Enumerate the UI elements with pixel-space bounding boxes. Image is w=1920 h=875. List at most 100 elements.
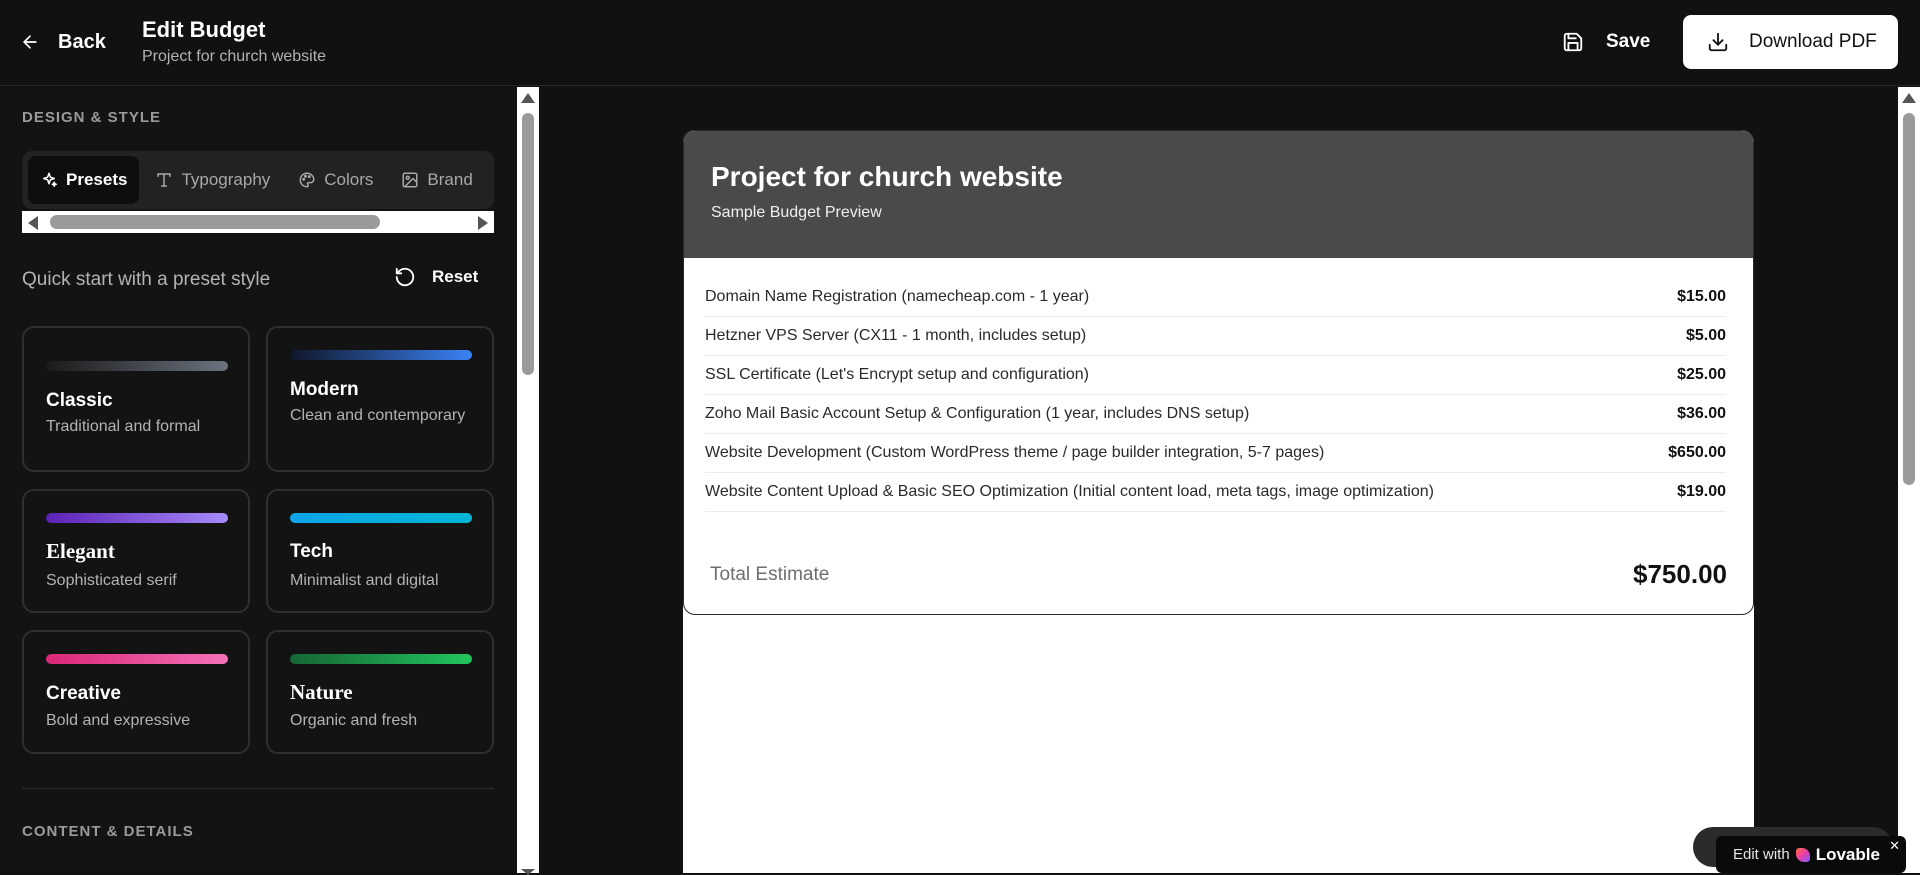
tab-brand-label: Brand	[427, 170, 473, 189]
scroll-right-icon[interactable]	[478, 216, 488, 230]
line-item-amount: $5.00	[1685, 327, 1726, 344]
page-subtitle: Project for church website	[142, 48, 327, 65]
type-icon	[157, 173, 172, 187]
page-title: Edit Budget	[142, 17, 266, 42]
line-item-desc: Website Content Upload & Basic SEO Optim…	[705, 483, 1434, 500]
download-pdf-button[interactable]: Download PDF	[1683, 15, 1898, 69]
preset-color-bar	[46, 654, 228, 664]
download-icon	[1708, 32, 1728, 52]
style-tabs: Presets Typography Colors Brand	[22, 151, 494, 209]
preset-card-creative[interactable]: Creative Bold and expressive	[22, 630, 250, 754]
line-item: Hetzner VPS Server (CX11 - 1 month, incl…	[705, 317, 1726, 356]
line-item: Website Development (Custom WordPress th…	[705, 434, 1726, 473]
line-item: SSL Certificate (Let's Encrypt setup and…	[705, 356, 1726, 395]
preset-name: Classic	[46, 390, 113, 411]
reset-label: Reset	[432, 267, 479, 286]
sidebar: DESIGN & STYLE Presets Typography Colors…	[0, 87, 517, 873]
preset-color-bar	[290, 513, 472, 523]
preset-card-elegant[interactable]: Elegant Sophisticated serif	[22, 489, 250, 613]
document-subtitle: Sample Budget Preview	[711, 204, 882, 221]
preset-card-tech[interactable]: Tech Minimalist and digital	[266, 489, 494, 613]
preset-desc: Sophisticated serif	[46, 572, 177, 589]
content-details-heading: CONTENT & DETAILS	[22, 823, 194, 840]
quick-start-text: Quick start with a preset style	[22, 269, 271, 290]
save-button[interactable]: Save	[1562, 26, 1650, 58]
preset-desc: Traditional and formal	[46, 418, 201, 435]
line-item-desc: Domain Name Registration (namecheap.com …	[705, 288, 1090, 305]
tab-colors[interactable]: Colors	[286, 156, 385, 204]
line-item-amount: $36.00	[1677, 405, 1726, 422]
preset-desc: Organic and fresh	[290, 712, 418, 729]
sparkles-icon	[43, 172, 58, 188]
scrollbar-thumb[interactable]	[50, 215, 380, 229]
preset-name: Elegant	[46, 539, 115, 563]
preview-vertical-scrollbar[interactable]	[1898, 87, 1920, 873]
preset-desc: Minimalist and digital	[290, 572, 439, 589]
lovable-brand: Lovable	[1815, 844, 1880, 864]
budget-document: Project for church website Sample Budget…	[683, 130, 1754, 615]
line-item-desc: SSL Certificate (Let's Encrypt setup and…	[705, 366, 1089, 383]
preset-name: Tech	[290, 541, 333, 562]
design-style-heading: DESIGN & STYLE	[22, 109, 162, 126]
tab-presets[interactable]: Presets	[28, 156, 140, 204]
close-icon[interactable]: ✕	[1889, 838, 1900, 854]
scroll-down-icon[interactable]	[521, 869, 535, 875]
document-title: Project for church website	[711, 161, 1063, 192]
back-label: Back	[58, 30, 106, 53]
line-item-desc: Website Development (Custom WordPress th…	[705, 444, 1325, 461]
total-value: $750.00	[1633, 559, 1727, 589]
scrollbar-thumb[interactable]	[522, 113, 534, 375]
edit-with-lovable-badge[interactable]: Edit with Lovable ✕	[1716, 836, 1906, 873]
line-item-amount: $650.00	[1668, 444, 1726, 461]
sidebar-vertical-scrollbar[interactable]	[517, 87, 539, 875]
scrollbar-thumb[interactable]	[1903, 113, 1915, 485]
total-label: Total Estimate	[710, 564, 830, 585]
arrow-left-icon	[23, 35, 37, 49]
line-items: Domain Name Registration (namecheap.com …	[705, 278, 1726, 512]
lovable-logo-icon	[1795, 847, 1810, 862]
scroll-left-icon[interactable]	[28, 216, 38, 230]
document-header: Project for church website Sample Budget…	[684, 131, 1753, 258]
preview-page: Project for church website Sample Budget…	[683, 130, 1754, 873]
scroll-up-icon[interactable]	[521, 93, 535, 103]
tab-typography[interactable]: Typography	[143, 156, 282, 204]
back-button[interactable]: Back	[20, 27, 106, 57]
tab-typography-label: Typography	[181, 170, 271, 189]
preset-color-bar	[290, 654, 472, 664]
title-block: Edit Budget Project for church website	[142, 16, 326, 66]
preset-color-bar	[46, 361, 228, 371]
download-pdf-label: Download PDF	[1749, 31, 1877, 52]
rotate-ccw-icon	[395, 267, 415, 287]
line-item-amount: $15.00	[1677, 288, 1726, 305]
preset-card-modern[interactable]: Modern Clean and contemporary	[266, 326, 494, 472]
image-icon	[402, 172, 418, 188]
scroll-up-icon[interactable]	[1902, 93, 1916, 103]
preset-desc: Bold and expressive	[46, 712, 191, 729]
preset-name: Nature	[290, 680, 353, 704]
tab-colors-label: Colors	[324, 170, 374, 189]
line-item: Website Content Upload & Basic SEO Optim…	[705, 473, 1726, 512]
line-item-amount: $25.00	[1677, 366, 1726, 383]
preset-name: Modern	[290, 379, 359, 400]
line-item: Zoho Mail Basic Account Setup & Configur…	[705, 395, 1726, 434]
palette-icon	[299, 172, 315, 188]
line-item: Domain Name Registration (namecheap.com …	[705, 278, 1726, 317]
preset-card-classic[interactable]: Classic Traditional and formal	[22, 326, 250, 472]
preset-card-nature[interactable]: Nature Organic and fresh	[266, 630, 494, 754]
tabs-horizontal-scrollbar[interactable]	[22, 211, 494, 233]
section-divider	[22, 788, 494, 789]
save-icon	[1563, 32, 1583, 52]
preset-desc: Clean and contemporary	[290, 407, 466, 424]
preset-color-bar	[46, 513, 228, 523]
reset-button[interactable]: Reset	[394, 266, 478, 288]
line-item-desc: Zoho Mail Basic Account Setup & Configur…	[705, 405, 1250, 422]
preset-color-bar	[290, 350, 472, 360]
line-item-desc: Hetzner VPS Server (CX11 - 1 month, incl…	[705, 327, 1087, 344]
top-bar: Back Edit Budget Project for church webs…	[0, 0, 1920, 86]
edit-with-label: Edit with	[1733, 846, 1790, 863]
tab-presets-label: Presets	[66, 170, 128, 189]
preset-name: Creative	[46, 683, 121, 704]
tab-brand[interactable]: Brand	[389, 156, 484, 204]
line-item-amount: $19.00	[1677, 483, 1726, 500]
budget-preview-area: Project for church website Sample Budget…	[539, 87, 1898, 873]
